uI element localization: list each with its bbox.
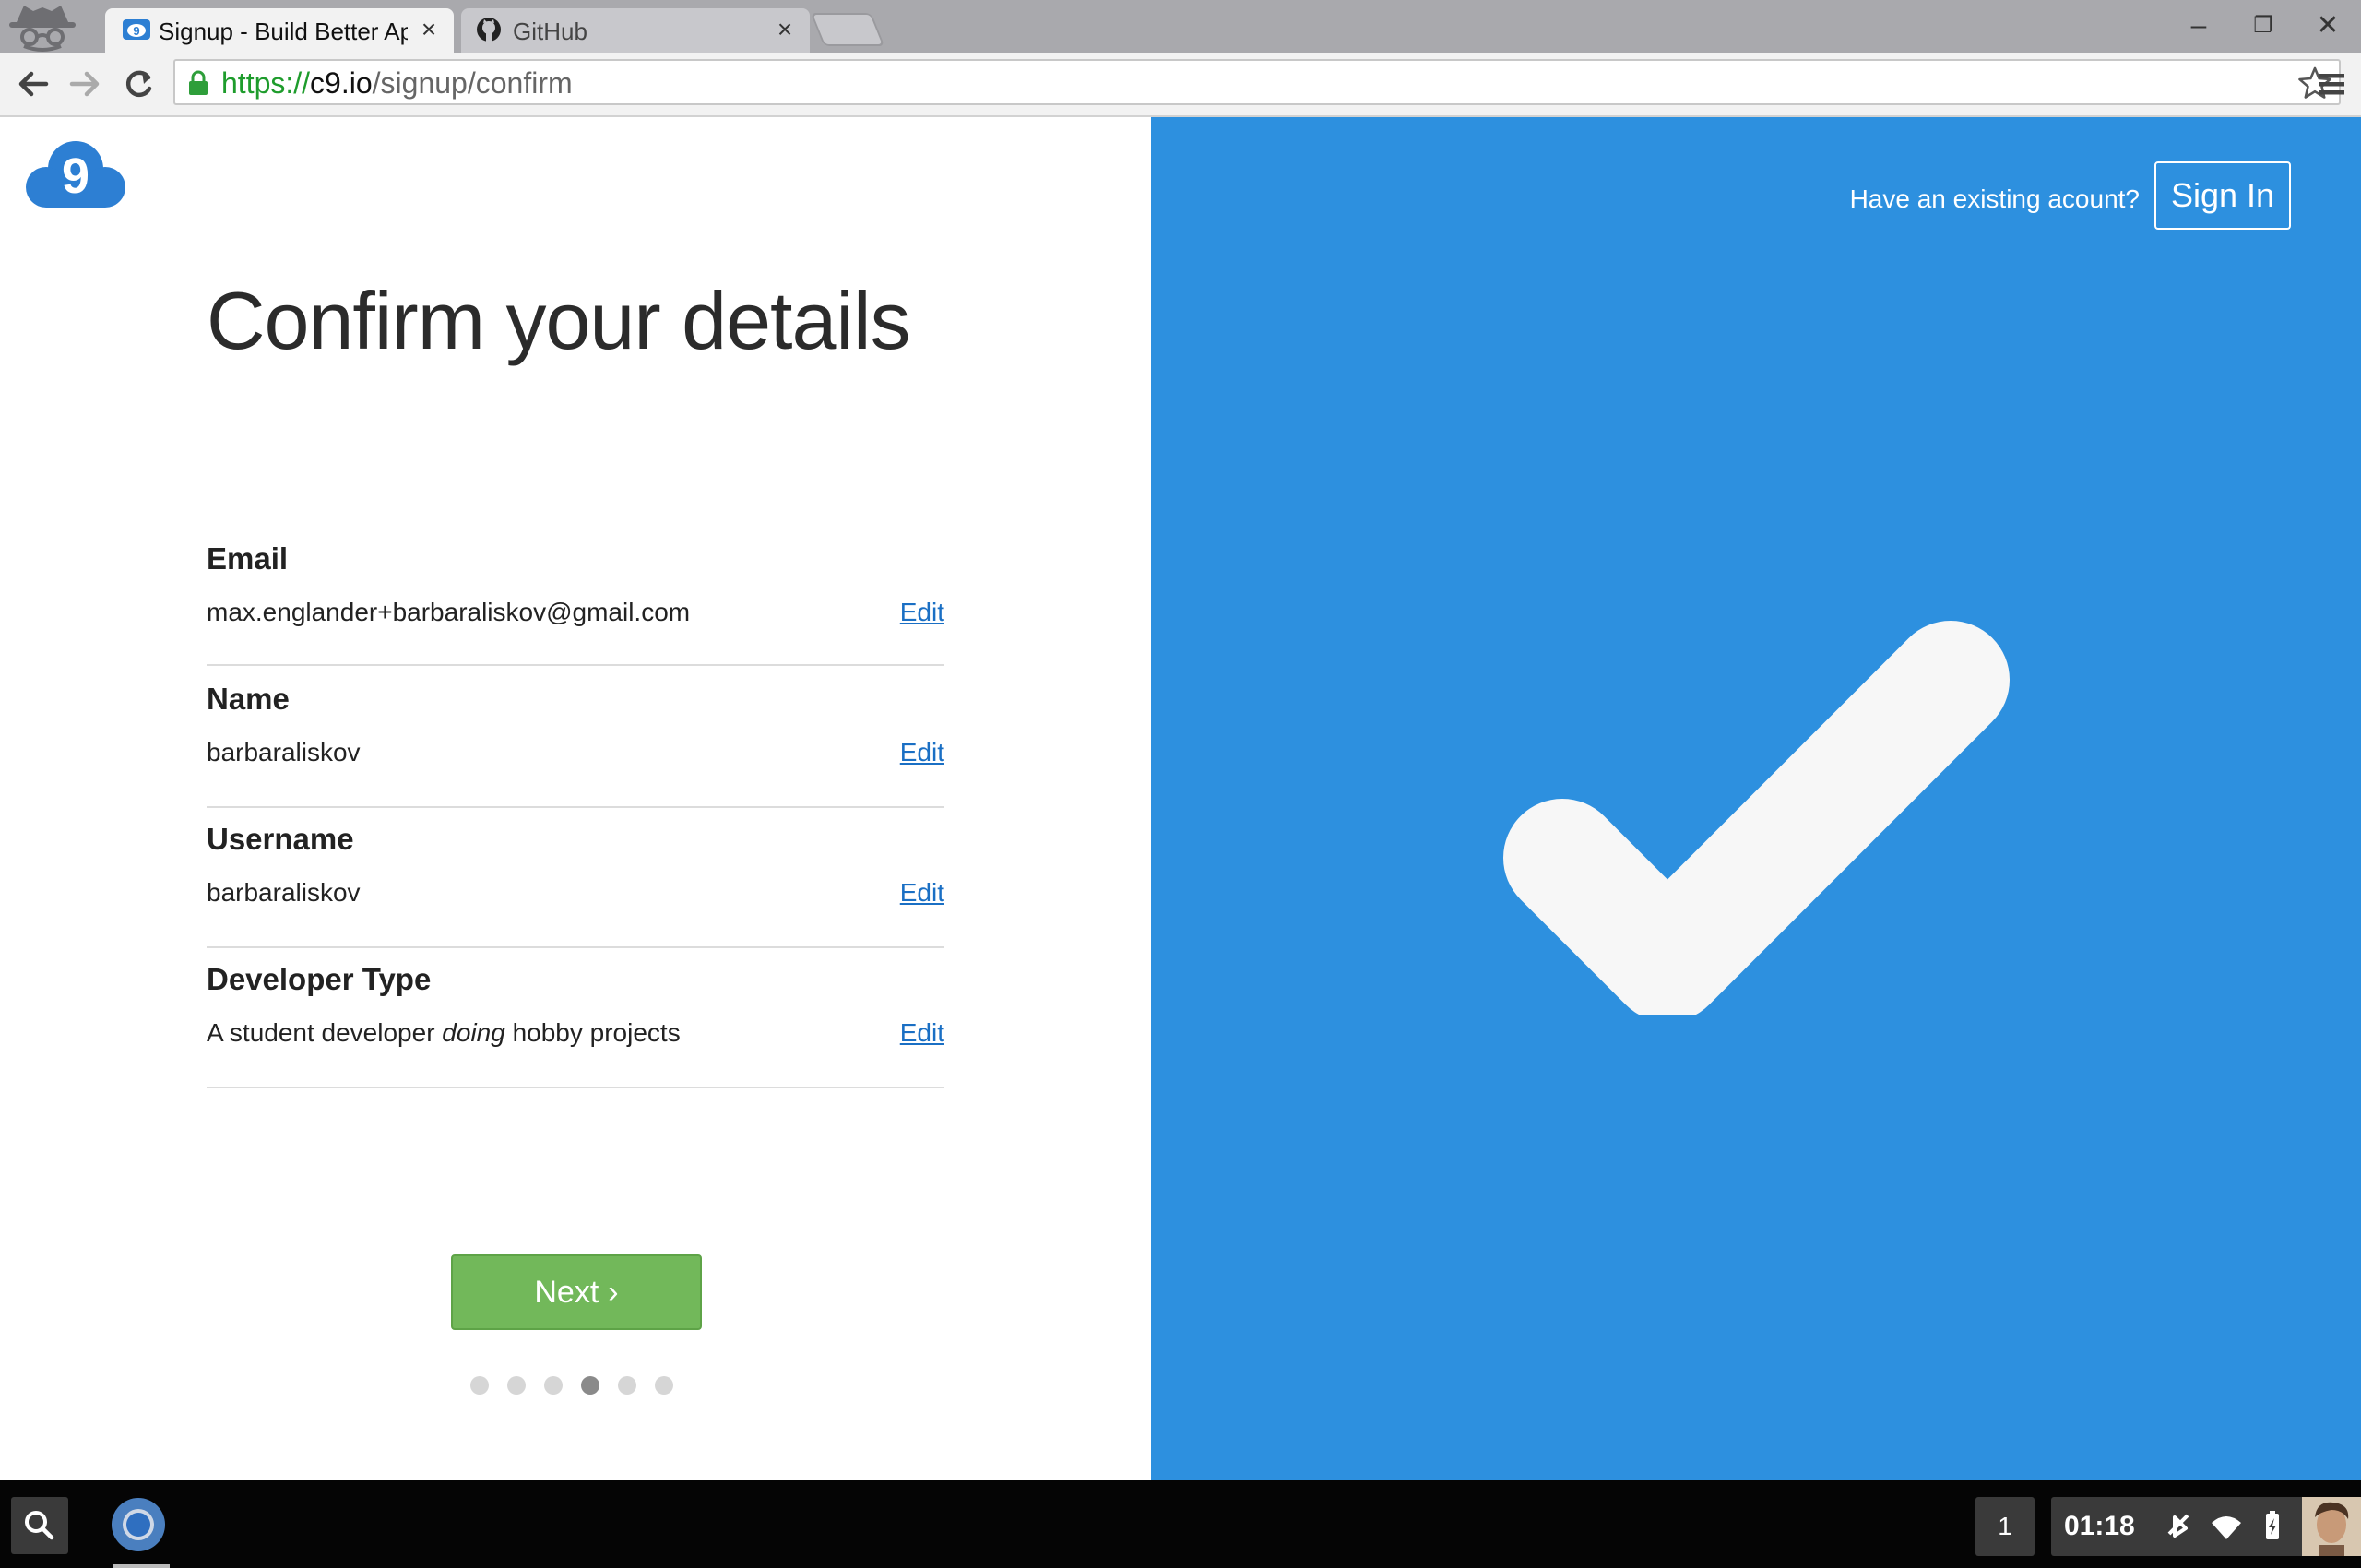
- edit-developer-type-link[interactable]: Edit: [900, 1015, 944, 1051]
- active-app-indicator: [113, 1564, 170, 1568]
- progress-dot: [470, 1376, 489, 1395]
- tab-strip: 9 Signup - Build Better Ap × GitHub × – …: [0, 0, 2361, 53]
- detail-label: Name: [207, 682, 290, 716]
- next-label: Next: [534, 1275, 599, 1310]
- detail-row-email: Email max.englander+barbaraliskov@gmail.…: [207, 528, 944, 666]
- cloud9-logo[interactable]: 9: [20, 139, 129, 213]
- status-tray[interactable]: 01:18: [2051, 1497, 2361, 1556]
- cloud9-favicon-icon: 9: [123, 19, 150, 40]
- tab-github[interactable]: GitHub ×: [461, 8, 810, 53]
- back-icon[interactable]: [13, 64, 53, 104]
- wifi-icon: [2212, 1516, 2241, 1539]
- menu-icon[interactable]: [2313, 65, 2350, 102]
- progress-dot: [655, 1376, 673, 1395]
- url-text: https://c9.io/signup/confirm: [221, 65, 573, 101]
- chrome-app-icon[interactable]: [109, 1495, 168, 1554]
- launcher-button[interactable]: [11, 1497, 68, 1554]
- detail-value: barbaraliskov: [207, 738, 361, 766]
- value-part: hobby projects: [504, 1018, 681, 1047]
- restore-icon[interactable]: ❐: [2245, 9, 2282, 42]
- clock: 01:18: [2064, 1511, 2135, 1541]
- detail-value: barbaraliskov: [207, 878, 361, 907]
- detail-label: Developer Type: [207, 962, 432, 996]
- os-shelf: 1 01:18: [0, 1480, 2361, 1568]
- checkmark-icon: [1503, 621, 2010, 1015]
- url-path: /signup/confirm: [372, 66, 573, 100]
- edit-username-link[interactable]: Edit: [900, 874, 944, 911]
- edit-name-link[interactable]: Edit: [900, 734, 944, 771]
- lock-icon: [189, 70, 208, 95]
- step-progress-dots: [470, 1376, 692, 1398]
- notifications-muted-icon: [2167, 1514, 2189, 1538]
- progress-dot: [544, 1376, 563, 1395]
- detail-label: Email: [207, 541, 289, 576]
- notification-count[interactable]: 1: [1975, 1497, 2035, 1556]
- minimize-icon[interactable]: –: [2180, 9, 2217, 42]
- url-host: c9.io: [310, 66, 373, 100]
- avatar[interactable]: [2302, 1497, 2361, 1556]
- tab-title: GitHub: [513, 18, 587, 45]
- github-icon: [477, 18, 501, 42]
- close-window-icon[interactable]: ✕: [2309, 9, 2346, 42]
- next-button[interactable]: Next ›: [451, 1254, 702, 1330]
- new-tab-button[interactable]: [810, 13, 885, 46]
- search-icon: [25, 1511, 54, 1540]
- edit-email-link[interactable]: Edit: [900, 594, 944, 631]
- battery-icon: [2266, 1511, 2279, 1539]
- detail-row-username: Username barbaraliskov Edit: [207, 808, 944, 948]
- page-title: Confirm your details: [207, 275, 911, 366]
- sign-in-button[interactable]: Sign In: [2154, 161, 2291, 230]
- detail-value: max.englander+barbaraliskov@gmail.com: [207, 598, 691, 626]
- url-scheme: https://: [221, 66, 311, 100]
- signin-prompt: Have an existing acount?: [1849, 184, 2140, 213]
- detail-row-name: Name barbaraliskov Edit: [207, 668, 944, 808]
- detail-label: Username: [207, 822, 354, 856]
- address-bar[interactable]: https://c9.io/signup/confirm: [173, 59, 2341, 105]
- browser-toolbar: https://c9.io/signup/confirm: [0, 53, 2361, 117]
- reload-icon[interactable]: [118, 64, 159, 104]
- svg-text:9: 9: [133, 24, 139, 38]
- progress-dot: [581, 1376, 599, 1395]
- incognito-icon: [9, 6, 76, 52]
- tab-title: Signup - Build Better Ap: [159, 18, 408, 45]
- tab-signup[interactable]: 9 Signup - Build Better Ap ×: [105, 8, 454, 53]
- close-tab-icon[interactable]: ×: [415, 16, 443, 43]
- progress-dot: [618, 1376, 636, 1395]
- value-part: A student developer: [207, 1018, 443, 1047]
- value-emphasis: doing: [442, 1018, 505, 1047]
- logo-glyph: 9: [62, 148, 89, 204]
- progress-dot: [507, 1376, 526, 1395]
- forward-icon[interactable]: [65, 64, 105, 104]
- detail-value: A student developer doing hobby projects: [207, 1015, 681, 1051]
- chevron-right-icon: ›: [608, 1275, 619, 1310]
- detail-row-developer-type: Developer Type A student developer doing…: [207, 948, 944, 1088]
- close-tab-icon[interactable]: ×: [771, 16, 799, 43]
